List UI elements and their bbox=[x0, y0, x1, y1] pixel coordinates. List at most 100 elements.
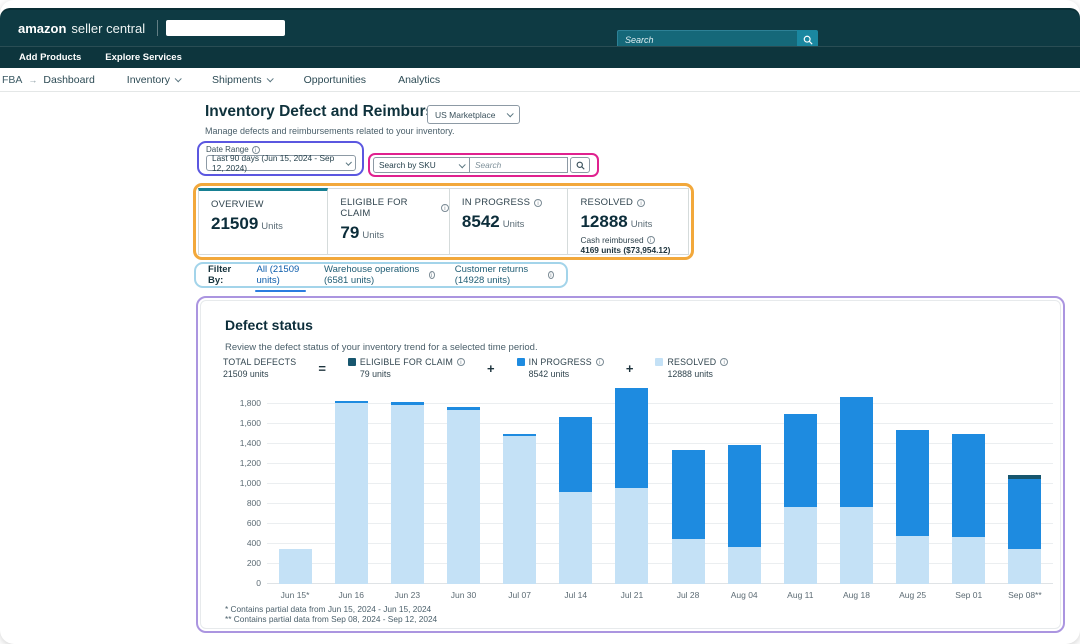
bar-segment-resolved[interactable] bbox=[615, 488, 648, 584]
card-unit: Units bbox=[631, 219, 653, 230]
card-eligible-for-claim[interactable]: ELIGIBLE FOR CLAIMi 79Units bbox=[328, 188, 450, 255]
y-tick-label: 200 bbox=[227, 558, 261, 568]
bar-segment-resolved[interactable] bbox=[840, 507, 873, 584]
bar-segment-in-progress[interactable] bbox=[672, 450, 705, 539]
bar-jun-30[interactable] bbox=[447, 407, 480, 584]
bar-sep-08-[interactable] bbox=[1008, 475, 1041, 584]
footnote-2: ** Contains partial data from Sep 08, 20… bbox=[225, 614, 437, 624]
card-in-progress[interactable]: IN PROGRESSi 8542Units bbox=[450, 188, 569, 255]
bar-column: Jun 23 bbox=[379, 384, 435, 584]
bar-segment-resolved[interactable] bbox=[503, 436, 536, 585]
bar-segment-resolved[interactable] bbox=[784, 507, 817, 585]
info-icon[interactable]: i bbox=[548, 271, 554, 279]
x-tick-label: Sep 01 bbox=[941, 590, 997, 600]
nav-label: Shipments bbox=[212, 74, 262, 86]
nav-item-analytics[interactable]: Analytics bbox=[398, 74, 440, 86]
bar-segment-resolved[interactable] bbox=[559, 492, 592, 584]
bar-aug-18[interactable] bbox=[840, 397, 873, 585]
account-switcher-input[interactable] bbox=[166, 20, 285, 36]
bar-column: Jun 15* bbox=[267, 384, 323, 584]
plus-sign: + bbox=[620, 361, 640, 376]
bar-segment-in-progress[interactable] bbox=[1008, 479, 1041, 549]
card-resolved[interactable]: RESOLVEDi 12888Units Cash reimbursedi 41… bbox=[568, 188, 689, 255]
bar-segment-resolved[interactable] bbox=[728, 547, 761, 585]
bar-segment-resolved[interactable] bbox=[952, 537, 985, 585]
nav-item-inventory[interactable]: Inventory bbox=[127, 74, 180, 86]
bar-jun-16[interactable] bbox=[335, 401, 368, 585]
bar-segment-in-progress[interactable] bbox=[559, 417, 592, 492]
add-products-link[interactable]: Add Products bbox=[19, 52, 81, 63]
y-tick-label: 1,000 bbox=[227, 478, 261, 488]
date-range-value: Last 90 days (Jun 15, 2024 - Sep 12, 202… bbox=[212, 153, 346, 173]
bar-segment-resolved[interactable] bbox=[335, 403, 368, 585]
sku-search-button[interactable] bbox=[570, 157, 590, 173]
info-icon[interactable]: i bbox=[637, 199, 645, 207]
bar-aug-11[interactable] bbox=[784, 414, 817, 584]
bar-jun-23[interactable] bbox=[391, 402, 424, 584]
legend-total-defects: TOTAL DEFECTS 21509 units bbox=[223, 357, 296, 379]
bar-segment-resolved[interactable] bbox=[279, 549, 312, 584]
sku-search-input[interactable]: Search bbox=[470, 157, 568, 173]
defect-status-card: Defect status Review the defect status o… bbox=[200, 300, 1061, 629]
info-icon[interactable]: i bbox=[457, 358, 465, 366]
bar-column: Aug 25 bbox=[885, 384, 941, 584]
info-icon[interactable]: i bbox=[441, 204, 449, 212]
bar-segment-resolved[interactable] bbox=[672, 539, 705, 585]
bar-aug-04[interactable] bbox=[728, 445, 761, 585]
marketplace-select[interactable]: US Marketplace bbox=[427, 105, 520, 124]
bar-aug-25[interactable] bbox=[896, 430, 929, 584]
card-overview[interactable]: OVERVIEW 21509Units bbox=[198, 188, 328, 255]
bar-segment-in-progress[interactable] bbox=[952, 434, 985, 537]
info-icon[interactable]: i bbox=[429, 271, 435, 279]
bar-segment-in-progress[interactable] bbox=[784, 414, 817, 507]
bar-segment-resolved[interactable] bbox=[896, 536, 929, 584]
nav-item-opportunities[interactable]: Opportunities bbox=[304, 74, 366, 86]
bar-jul-21[interactable] bbox=[615, 388, 648, 584]
bar-sep-01[interactable] bbox=[952, 434, 985, 585]
cash-reimbursed-value: 4169 units ($73,954.12) bbox=[580, 245, 688, 255]
bar-jun-15-[interactable] bbox=[279, 549, 312, 584]
top-header-bar: amazon seller central Search bbox=[0, 8, 1080, 46]
bar-jul-14[interactable] bbox=[559, 417, 592, 584]
chart-plot: Units 02004006008001,0001,2001,4001,6001… bbox=[267, 384, 1053, 584]
bar-jul-07[interactable] bbox=[503, 434, 536, 584]
info-icon[interactable]: i bbox=[647, 236, 655, 244]
main-nav-bar: FBA → Dashboard Inventory Shipments Oppo… bbox=[0, 68, 1080, 92]
chevron-down-icon bbox=[175, 75, 182, 82]
bar-segment-in-progress[interactable] bbox=[615, 388, 648, 488]
nav-item-dashboard[interactable]: Dashboard bbox=[43, 74, 94, 86]
breadcrumb[interactable]: FBA bbox=[2, 74, 22, 86]
nav-label: Analytics bbox=[398, 74, 440, 86]
info-icon[interactable]: i bbox=[534, 199, 542, 207]
info-icon[interactable]: i bbox=[596, 358, 604, 366]
card-unit: Units bbox=[261, 221, 283, 232]
search-by-value: Search by SKU bbox=[379, 160, 436, 170]
date-range-select[interactable]: Last 90 days (Jun 15, 2024 - Sep 12, 202… bbox=[206, 155, 356, 171]
bar-segment-in-progress[interactable] bbox=[896, 430, 929, 536]
bar-segment-resolved[interactable] bbox=[447, 410, 480, 585]
filter-tab-customer-returns[interactable]: Customer returns (14928 units)i bbox=[455, 264, 554, 286]
filter-tab-warehouse-operations[interactable]: Warehouse operations (6581 units) i bbox=[324, 264, 435, 286]
eligible-swatch-icon bbox=[348, 358, 356, 366]
filter-tab-label: Warehouse operations (6581 units) bbox=[324, 264, 425, 286]
card-value: 12888 bbox=[580, 212, 627, 231]
card-value: 79 bbox=[340, 223, 359, 242]
chart-title: Defect status bbox=[225, 317, 313, 333]
filter-tab-all[interactable]: All (21509 units) bbox=[257, 264, 305, 286]
nav-item-shipments[interactable]: Shipments bbox=[212, 74, 272, 86]
info-icon[interactable]: i bbox=[720, 358, 728, 366]
nav-label: Inventory bbox=[127, 74, 170, 86]
x-tick-label: Jun 15* bbox=[267, 590, 323, 600]
amazon-seller-central-logo[interactable]: amazon seller central bbox=[18, 21, 145, 36]
bar-segment-in-progress[interactable] bbox=[728, 445, 761, 547]
seller-central-window: amazon seller central Search Add Product… bbox=[0, 0, 1080, 644]
bar-segment-resolved[interactable] bbox=[391, 405, 424, 585]
x-tick-label: Jul 28 bbox=[660, 590, 716, 600]
bar-segment-in-progress[interactable] bbox=[840, 397, 873, 508]
bar-jul-28[interactable] bbox=[672, 450, 705, 584]
bar-segment-resolved[interactable] bbox=[1008, 549, 1041, 585]
x-tick-label: Jul 14 bbox=[548, 590, 604, 600]
explore-services-link[interactable]: Explore Services bbox=[105, 52, 182, 63]
chevron-down-icon bbox=[345, 159, 352, 166]
search-by-select[interactable]: Search by SKU bbox=[373, 157, 470, 173]
